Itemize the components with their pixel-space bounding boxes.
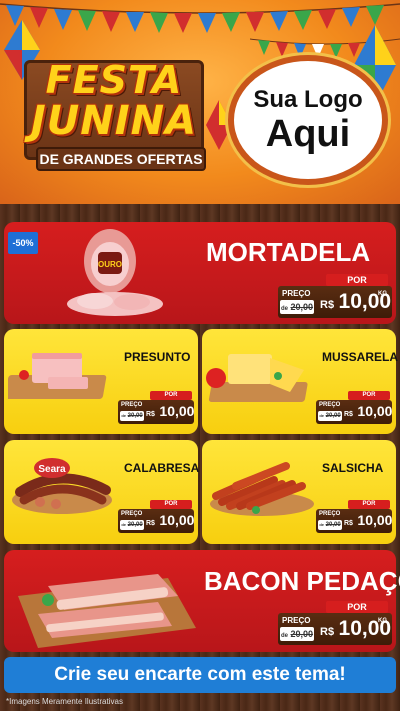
currency-label: R$ (320, 626, 335, 638)
de-label: de (280, 633, 288, 639)
de-label: de (319, 522, 324, 527)
brand-seara-label: Seara (38, 464, 66, 475)
price-por-label: POR (150, 500, 192, 509)
price-tag-salsicha: POR PREÇO de 20,00 R$ 10,00 (316, 500, 392, 534)
logo-text-line2: Aqui (265, 113, 351, 155)
mussarela-illustration (206, 354, 308, 402)
new-price: R$ 10,00 (344, 512, 392, 530)
price-plate: PREÇO de 20,00 R$ 10,00 (118, 509, 194, 533)
price-por-label: POR (348, 391, 390, 400)
old-price-value: 20,00 (127, 413, 143, 419)
old-price-value: 20,00 (127, 522, 143, 528)
price-tag-mortadela: POR PREÇO de 20,00 R$ 10,00 KG (278, 274, 392, 320)
de-label: de (121, 522, 126, 527)
old-price-value: 20,00 (290, 302, 314, 312)
preco-label: PREÇO (121, 402, 143, 408)
logo-text-line1: Sua Logo (253, 86, 363, 113)
product-name-mortadela: MORTADELA (206, 237, 371, 267)
old-price: de 20,00 (280, 300, 314, 314)
discount-badge: -50% (8, 232, 38, 254)
product-name-calabresa: CALABRESA (124, 461, 200, 475)
presunto-illustration (8, 353, 107, 399)
price-plate: PREÇO de 20,00 R$ 10,00 (316, 400, 392, 424)
price-tag-bacon: POR PREÇO de 20,00 R$ 10,00 KG (278, 601, 392, 647)
title-festa: FESTA (45, 58, 183, 102)
logo-placeholder[interactable]: Sua Logo Aqui (228, 55, 388, 185)
old-price: de 20,00 (120, 411, 144, 421)
price-por-label: POR (348, 500, 390, 509)
old-price: de 20,00 (318, 411, 342, 421)
cta-button[interactable]: Crie seu encarte com este tema! (4, 657, 396, 693)
de-label: de (121, 413, 126, 418)
preco-label: PREÇO (319, 511, 341, 517)
price-por-label: POR (326, 274, 388, 286)
title-junina: JUNINA (30, 98, 198, 144)
new-price-value: 10,00 (357, 403, 393, 419)
preco-label: PREÇO (282, 616, 311, 625)
old-price-value: 20,00 (325, 522, 341, 528)
price-plate: PREÇO de 20,00 R$ 10,00 (118, 400, 194, 424)
price-plate: PREÇO de 20,00 R$ 10,00 KG (278, 613, 392, 645)
price-tag-calabresa: POR PREÇO de 20,00 R$ 10,00 (118, 500, 194, 534)
price-tag-mussarela: POR PREÇO de 20,00 R$ 10,00 (316, 391, 392, 425)
product-name-bacon: BACON PEDAÇO (204, 566, 400, 596)
preco-label: PREÇO (121, 511, 143, 517)
de-label: de (319, 413, 324, 418)
old-price: de 20,00 (318, 520, 342, 530)
calabresa-illustration: Seara (12, 458, 112, 514)
de-label: de (280, 306, 288, 312)
brand-ouro-label: OURO (98, 260, 122, 269)
price-por-label: POR (150, 391, 192, 400)
kg-label: KG (378, 618, 387, 624)
new-price: R$ 10,00 (146, 512, 194, 530)
currency-label: R$ (146, 411, 155, 418)
old-price-value: 20,00 (290, 629, 314, 639)
price-plate: PREÇO de 20,00 R$ 10,00 KG (278, 286, 392, 318)
currency-label: R$ (344, 411, 353, 418)
bunting-flags-icon (0, 3, 400, 33)
kg-label: KG (378, 291, 387, 297)
mortadela-illustration: OURO (67, 229, 163, 316)
header-banner: FESTA JUNINA DE GRANDES OFERTAS Sua Logo… (0, 0, 400, 204)
preco-label: PREÇO (319, 402, 341, 408)
preco-label: PREÇO (282, 289, 311, 298)
salsicha-illustration (210, 462, 314, 516)
price-plate: PREÇO de 20,00 R$ 10,00 (316, 509, 392, 533)
price-tag-presunto: POR PREÇO de 20,00 R$ 10,00 (118, 391, 194, 425)
price-por-label: POR (326, 601, 388, 613)
bacon-illustration (18, 574, 196, 648)
new-price-value: 10,00 (159, 512, 195, 528)
footnote: *Imagens Meramente Ilustrativas (6, 697, 123, 706)
festa-junina-title: FESTA JUNINA DE GRANDES OFERTAS (14, 40, 214, 180)
old-price: de 20,00 (120, 520, 144, 530)
product-name-mussarela: MUSSARELA (322, 350, 399, 364)
product-name-presunto: PRESUNTO (124, 350, 191, 364)
new-price: R$ 10,00 (146, 403, 194, 421)
new-price-value: 10,00 (357, 512, 393, 528)
currency-label: R$ (320, 299, 335, 311)
title-subtitle: DE GRANDES OFERTAS (36, 147, 206, 171)
old-price: de 20,00 (280, 627, 314, 641)
new-price: R$ 10,00 (344, 403, 392, 421)
old-price-value: 20,00 (325, 413, 341, 419)
new-price-value: 10,00 (159, 403, 195, 419)
product-name-salsicha: SALSICHA (322, 461, 384, 475)
currency-label: R$ (344, 520, 353, 527)
currency-label: R$ (146, 520, 155, 527)
